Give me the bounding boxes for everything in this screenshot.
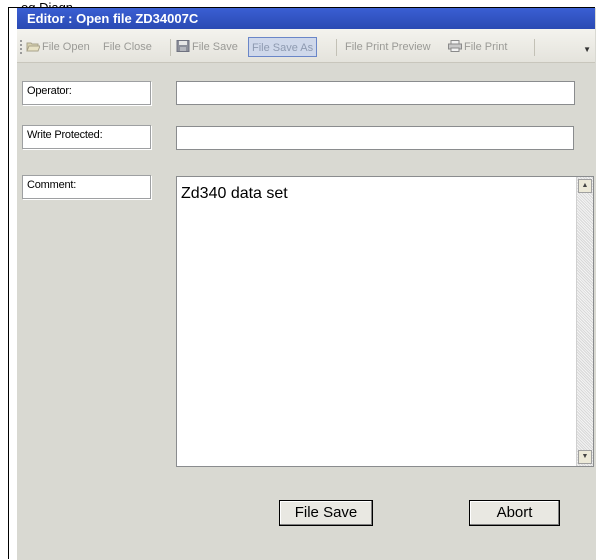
- comment-textarea[interactable]: Zd340 data set ▲ ▼: [176, 176, 594, 467]
- file-open-label: File Open: [42, 41, 90, 53]
- file-close-label: File Close: [103, 41, 152, 53]
- toolbar-separator: [170, 39, 171, 56]
- file-print-preview-label: File Print Preview: [345, 41, 431, 53]
- toolbar-overflow-icon[interactable]: ▼: [583, 45, 591, 54]
- file-save-as-label: File Save As: [252, 42, 314, 54]
- file-print-label: File Print: [464, 41, 508, 53]
- file-save-toolbar-label: File Save: [192, 41, 238, 53]
- toolbar-separator: [534, 39, 535, 56]
- operator-label: Operator:: [22, 81, 151, 105]
- file-save-toolbar-button[interactable]: File Save: [176, 37, 238, 57]
- write-protected-field[interactable]: [176, 126, 574, 150]
- toolbar-grip[interactable]: [20, 40, 24, 54]
- comment-label: Comment:: [22, 175, 151, 199]
- write-protected-label: Write Protected:: [22, 125, 151, 149]
- toolbar: File Open File Close File Save File Save…: [17, 29, 595, 63]
- file-print-button[interactable]: File Print: [448, 37, 507, 57]
- printer-icon: [448, 39, 462, 52]
- title-bar: Editor : Open file ZD34007C: [17, 8, 595, 29]
- folder-open-icon: [26, 39, 41, 52]
- comment-scrollbar[interactable]: ▲ ▼: [576, 177, 593, 466]
- file-save-as-button[interactable]: File Save As: [248, 37, 318, 57]
- file-print-preview-button[interactable]: File Print Preview: [345, 37, 431, 57]
- comment-text: Zd340 data set: [181, 185, 288, 202]
- editor-window: Editor : Open file ZD34007C File Open Fi…: [17, 8, 596, 560]
- file-save-button[interactable]: File Save: [279, 500, 373, 526]
- scroll-down-icon[interactable]: ▼: [578, 450, 592, 464]
- file-close-button[interactable]: File Close: [103, 37, 152, 57]
- abort-button[interactable]: Abort: [469, 500, 560, 526]
- operator-field[interactable]: [176, 81, 575, 105]
- scroll-up-icon[interactable]: ▲: [578, 179, 592, 193]
- toolbar-separator: [336, 39, 337, 56]
- floppy-disk-icon: [176, 39, 190, 52]
- file-open-button[interactable]: File Open: [26, 37, 90, 57]
